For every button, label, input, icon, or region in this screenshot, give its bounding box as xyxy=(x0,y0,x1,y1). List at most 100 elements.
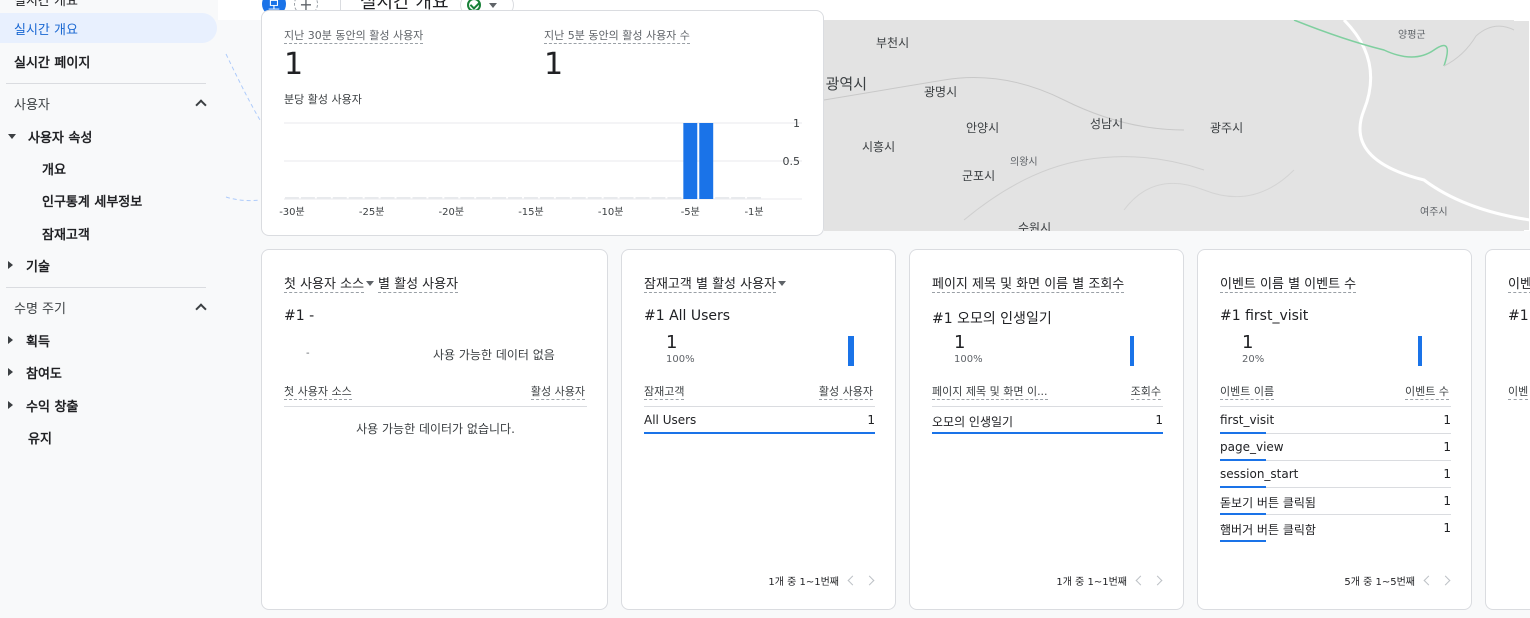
column-header-dimension[interactable]: 첫 사용자 소스 xyxy=(284,383,352,400)
top-value-bar xyxy=(1130,336,1134,366)
sidebar-item-tech[interactable]: 기술 xyxy=(6,250,50,280)
chart-bar-empty[interactable] xyxy=(428,197,443,199)
chart-bar-empty[interactable] xyxy=(364,197,379,199)
top-rank: #1 오모의 인생일기 xyxy=(932,311,1052,327)
chart-bar-empty[interactable] xyxy=(396,197,411,199)
table-row[interactable]: 오모의 인생일기 1 xyxy=(932,407,1163,434)
table-row[interactable]: session_start 1 xyxy=(1220,461,1451,488)
map-label-anyang: 안양시 xyxy=(966,121,1000,135)
card-title-label[interactable]: 이벤 xyxy=(1508,277,1530,293)
chart-bar-empty[interactable] xyxy=(412,197,427,199)
placeholder-dash: - xyxy=(306,348,310,359)
column-header-dimension[interactable]: 페이지 제목 및 화면 이... xyxy=(932,383,1048,400)
chart-bar-empty[interactable] xyxy=(332,197,347,199)
prev-page-icon[interactable] xyxy=(1135,575,1146,586)
chart-bar-empty[interactable] xyxy=(348,197,363,199)
row-name: first_visit xyxy=(1220,413,1275,427)
chart-bar-empty[interactable] xyxy=(539,197,554,199)
chart-bar-empty[interactable] xyxy=(508,197,522,199)
prev-page-icon[interactable] xyxy=(847,575,858,586)
chart-bar-empty[interactable] xyxy=(460,197,475,199)
active-users-30min-label: 지난 30분 동안의 활성 사용자 xyxy=(284,29,424,44)
prev-page-icon[interactable] xyxy=(1423,575,1434,586)
caret-down-icon xyxy=(8,133,16,139)
dropdown-icon[interactable] xyxy=(778,281,786,286)
chart-bar-empty[interactable] xyxy=(571,197,586,199)
next-page-icon[interactable] xyxy=(1152,575,1163,586)
next-page-icon[interactable] xyxy=(864,575,875,586)
dropdown-icon[interactable] xyxy=(366,281,375,286)
card-title[interactable]: 이벤 xyxy=(1508,273,1530,293)
column-header-metric[interactable]: 조회수 xyxy=(1130,383,1161,400)
chart-bar-empty[interactable] xyxy=(667,197,682,199)
chart-bar-empty[interactable] xyxy=(524,197,538,199)
row-bar xyxy=(644,432,875,434)
chevron-down-icon xyxy=(489,2,497,8)
sidebar-item-label: 유지 xyxy=(28,431,52,447)
table-row[interactable]: page_view 1 xyxy=(1220,434,1451,461)
sidebar-item-user-attributes[interactable]: 사용자 속성 xyxy=(8,121,92,151)
realtime-card: 지난 30분 동안의 활성 사용자 1 지난 5분 동안의 활성 사용자 수 1… xyxy=(261,10,824,236)
sidebar-item-label: 인구통계 세부정보 xyxy=(42,194,143,210)
chart-bar-empty[interactable] xyxy=(555,197,570,199)
column-header-metric[interactable]: 활성 사용자 xyxy=(530,383,585,400)
map-label-incheon: 인천광역시 xyxy=(824,75,868,93)
card-title-label[interactable]: 페이지 제목 및 화면 이름 별 조회수 xyxy=(932,277,1125,293)
card-audience: 잠재고객 별 활성 사용자 #1 All Users 1 100% 잠재고객 활… xyxy=(621,249,896,610)
chart-bar-empty[interactable] xyxy=(316,197,331,199)
chart-bar-empty[interactable] xyxy=(285,197,299,199)
card-title[interactable]: 페이지 제목 및 화면 이름 별 조회수 xyxy=(932,273,1125,293)
card-title[interactable]: 첫 사용자 소스 별 활성 사용자 xyxy=(284,273,459,293)
chart-bar-empty[interactable] xyxy=(380,197,395,199)
dimension-selector[interactable]: 첫 사용자 소스 xyxy=(284,277,365,293)
card-title[interactable]: 이벤트 이름 별 이벤트 수 xyxy=(1220,273,1357,293)
sidebar-item-audiences[interactable]: 잠재고객 xyxy=(42,218,90,248)
map-label-bucheon: 부천시 xyxy=(876,36,910,50)
column-header-dimension[interactable]: 잠재고객 xyxy=(644,383,685,400)
chart-bar-empty[interactable] xyxy=(603,197,618,199)
table-row[interactable]: 돋보기 버튼 클릭됨 1 xyxy=(1220,488,1451,515)
chart-bar-empty[interactable] xyxy=(715,197,730,199)
chart-bar-empty[interactable] xyxy=(731,197,746,199)
sidebar-item-demographics[interactable]: 인구통계 세부정보 xyxy=(42,185,142,215)
sidebar-item-retention[interactable]: 유지 xyxy=(28,422,52,452)
table-row[interactable]: All Users 1 xyxy=(644,407,875,434)
chart-bar-empty[interactable] xyxy=(587,197,602,199)
caret-right-icon xyxy=(8,336,13,344)
chart-bar-empty[interactable] xyxy=(444,197,459,199)
sidebar-item-realtime-pages[interactable]: 실시간 페이지 xyxy=(14,46,90,76)
card-cut-off: 이벤 #1 이벤 xyxy=(1485,249,1530,610)
card-title[interactable]: 잠재고객 별 활성 사용자 xyxy=(644,273,790,293)
sidebar-item-overview[interactable]: 개요 xyxy=(42,153,66,183)
chart-bar-empty[interactable] xyxy=(619,197,634,199)
next-page-icon[interactable] xyxy=(1440,575,1451,586)
column-header-dimension[interactable]: 이벤 xyxy=(1508,383,1529,400)
column-header-metric[interactable]: 이벤트 수 xyxy=(1405,383,1449,400)
column-header-metric[interactable]: 활성 사용자 xyxy=(818,383,873,400)
sidebar-item-acquisition[interactable]: 획득 xyxy=(6,325,50,355)
chart-bar-empty[interactable] xyxy=(476,197,491,199)
chart-bar-empty[interactable] xyxy=(747,197,761,199)
chart-bar[interactable] xyxy=(699,123,714,199)
column-header-dimension[interactable]: 이벤트 이름 xyxy=(1220,383,1275,400)
chart-bar-empty[interactable] xyxy=(492,197,507,199)
dimension-selector[interactable]: 잠재고객 별 활성 사용자 xyxy=(644,277,776,293)
sidebar-divider xyxy=(6,287,206,288)
user-map[interactable]: 부천시 인천광역시 광명시 안양시 성남시 광주시 시흥시 의왕시 군포시 수원… xyxy=(824,20,1530,231)
table-row[interactable]: first_visit 1 xyxy=(1220,407,1451,434)
sidebar-item-cut[interactable]: 실시간 개요 xyxy=(14,0,78,9)
map-label-gwangju: 광주시 xyxy=(1210,121,1244,135)
chart-bar-empty[interactable] xyxy=(635,197,650,199)
sidebar-item-monetization[interactable]: 수익 창출 xyxy=(6,390,78,420)
chart-bar[interactable] xyxy=(683,123,698,199)
table-row[interactable]: 햄버거 버튼 클릭함 1 xyxy=(1220,515,1451,542)
top-value: 1 xyxy=(954,332,966,353)
sidebar-item-engagement[interactable]: 참여도 xyxy=(6,357,62,387)
map-label-suwon: 수원시 xyxy=(1018,221,1052,231)
sidebar-section-user[interactable]: 사용자 xyxy=(14,89,206,117)
sidebar-item-realtime-overview[interactable]: 실시간 개요 xyxy=(0,13,217,43)
sidebar-section-lifecycle[interactable]: 수명 주기 xyxy=(14,293,206,321)
chart-bar-empty[interactable] xyxy=(300,197,315,199)
card-title-label[interactable]: 이벤트 이름 별 이벤트 수 xyxy=(1220,277,1357,293)
chart-bar-empty[interactable] xyxy=(651,197,666,199)
